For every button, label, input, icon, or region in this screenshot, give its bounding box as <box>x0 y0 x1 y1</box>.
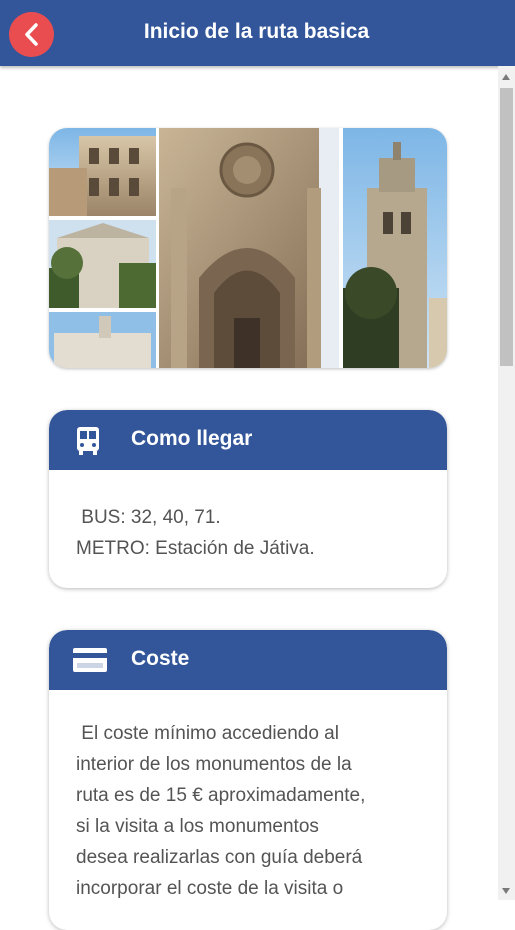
scroll-down-arrow-icon[interactable] <box>502 888 510 894</box>
cost-line: si la visita a los monumentos <box>76 816 319 837</box>
scroll-thumb[interactable] <box>500 88 513 366</box>
bus-icon <box>77 427 99 455</box>
cost-header: Coste <box>49 630 447 690</box>
back-button[interactable] <box>9 12 54 57</box>
cost-body: El coste mínimo accediendo al interior de… <box>49 690 447 904</box>
how-to-get-card: Como llegar BUS: 32, 40, 71. METRO: Estac… <box>49 410 447 588</box>
cost-line: interior de los monumentos de la <box>76 754 352 775</box>
how-to-get-header: Como llegar <box>49 410 447 470</box>
how-to-get-title: Como llegar <box>131 427 253 450</box>
scroll-up-arrow-icon[interactable] <box>502 74 510 80</box>
credit-card-icon <box>73 648 107 672</box>
cost-line: incorporar el coste de la visita o <box>76 878 344 899</box>
cost-line: desea realizarlas con guía deberá <box>76 847 363 868</box>
vertical-scrollbar[interactable] <box>498 66 515 900</box>
cost-line: ruta es de 15 € aproximadamente, <box>76 785 366 806</box>
cost-title: Coste <box>131 647 190 670</box>
chevron-left-icon <box>25 23 38 46</box>
route-photo-collage <box>49 128 447 368</box>
cost-card: Coste El coste mínimo accediendo al inter… <box>49 630 447 930</box>
metro-info: METRO: Estación de Játiva. <box>76 538 315 559</box>
collage-image <box>49 128 447 368</box>
app-bar: Inicio de la ruta basica <box>0 0 515 66</box>
how-to-get-body: BUS: 32, 40, 71. METRO: Estación de Játiv… <box>49 470 447 564</box>
bus-info: BUS: 32, 40, 71. <box>76 507 221 528</box>
cost-line: El coste mínimo accediendo al <box>76 723 339 744</box>
page-title: Inicio de la ruta basica <box>143 20 370 43</box>
